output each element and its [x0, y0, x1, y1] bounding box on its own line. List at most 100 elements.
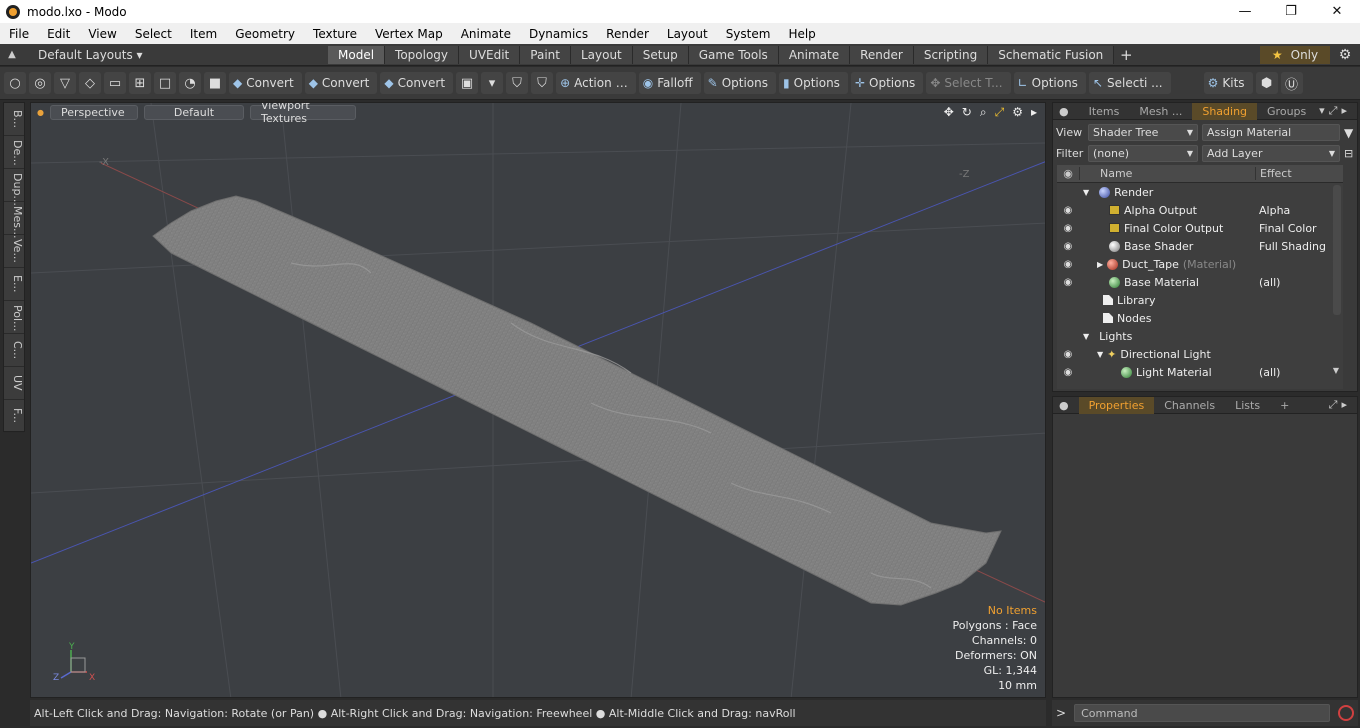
cube-icon[interactable]: ■ [204, 72, 226, 94]
polygons-mode-icon[interactable]: ◇ [79, 72, 101, 94]
action-center-button[interactable]: ⊕ Action … [556, 72, 636, 94]
tab-items[interactable]: Items [1079, 103, 1130, 120]
effect-column-header[interactable]: Effect [1255, 167, 1343, 180]
command-input[interactable]: Command [1074, 704, 1331, 722]
viewport-settings-gear-icon[interactable]: ⚙ [1012, 105, 1023, 120]
tree-row-light-material[interactable]: ◉ Light Material (all) ▼ [1057, 363, 1343, 381]
menu-animate[interactable]: Animate [452, 27, 520, 41]
box-icon[interactable]: ▣ [456, 72, 479, 94]
left-tab-uv[interactable]: UV [4, 367, 24, 400]
menu-item[interactable]: Item [181, 27, 226, 41]
options-button-4[interactable]: ∟ Options [1013, 72, 1086, 94]
zoom-icon[interactable]: ⌕ [980, 105, 987, 120]
unity-icon[interactable]: ⬢ [1255, 72, 1278, 94]
eye-icon[interactable]: ◉ [1057, 241, 1079, 252]
shield-icon[interactable]: ⛉ [531, 72, 554, 94]
convert-button-1[interactable]: ◆ Convert [229, 72, 302, 94]
select-through-button[interactable]: ✥ Select T... [926, 72, 1011, 94]
menu-view[interactable]: View [79, 27, 125, 41]
left-tab-basic[interactable]: B... [4, 103, 24, 136]
items-mode-icon[interactable]: ▭ [104, 72, 126, 94]
globe-icon[interactable]: ◎ [29, 72, 51, 94]
tab-uvedit[interactable]: UVEdit [459, 45, 521, 64]
tab-groups[interactable]: Groups [1257, 103, 1316, 120]
tab-paint[interactable]: Paint [520, 45, 571, 64]
tab-lists[interactable]: Lists [1225, 397, 1270, 414]
falloff-button[interactable]: ◉ Falloff [638, 72, 701, 94]
eye-icon[interactable]: ◉ [1057, 205, 1079, 216]
maximize-viewport-icon[interactable]: ⤢ [995, 105, 1005, 120]
panel-menu-dot-icon[interactable]: ● [1053, 397, 1079, 414]
left-tab-duplicate[interactable]: Dup... [4, 169, 24, 206]
assign-material-button[interactable]: Assign Material [1202, 124, 1340, 141]
options-button-1[interactable]: ✎ Options [703, 72, 777, 94]
tab-topology[interactable]: Topology [385, 45, 460, 64]
close-button[interactable]: ✕ [1314, 0, 1360, 23]
tab-animate[interactable]: Animate [778, 45, 851, 64]
tree-row-nodes[interactable]: Nodes [1057, 309, 1343, 327]
left-tab-edge[interactable]: E... [4, 268, 24, 301]
tab-model[interactable]: Model [328, 45, 386, 64]
add-tab-button[interactable]: + [1114, 46, 1138, 64]
tree-scrollbar[interactable] [1333, 185, 1341, 315]
tree-row-base-material[interactable]: ◉ Base Material (all)▼ [1057, 273, 1343, 291]
tab-shading[interactable]: Shading [1192, 102, 1258, 120]
dropdown-arrow-icon[interactable]: ▾ [481, 72, 504, 94]
convert-button-2[interactable]: ◆ Convert [304, 72, 378, 94]
3d-viewport[interactable]: -X -Z ● Perspective Default Viewport Tex… [30, 102, 1046, 698]
add-panel-tab-button[interactable]: + [1270, 397, 1299, 414]
eye-icon[interactable]: ◉ [1057, 367, 1079, 378]
menu-texture[interactable]: Texture [304, 27, 366, 41]
menu-edit[interactable]: Edit [38, 27, 79, 41]
menu-render[interactable]: Render [597, 27, 658, 41]
menu-geometry[interactable]: Geometry [226, 27, 304, 41]
panel-options-icon[interactable]: ▾⤢▸ [1319, 104, 1357, 118]
material-mode-icon[interactable]: ◔ [179, 72, 201, 94]
tree-row-render[interactable]: ▼ Render [1057, 183, 1343, 201]
eye-icon[interactable]: ◉ [1057, 223, 1079, 234]
menu-system[interactable]: System [717, 27, 780, 41]
center-mode-icon[interactable]: □ [154, 72, 176, 94]
viewport-expand-arrow-icon[interactable]: ▸ [1031, 105, 1037, 120]
menu-dynamics[interactable]: Dynamics [520, 27, 597, 41]
maximize-button[interactable]: ❐ [1268, 0, 1314, 23]
left-tab-vertex[interactable]: Ve... [4, 235, 24, 268]
kits-button[interactable]: ⚙ Kits [1203, 72, 1253, 94]
panel-menu-dot-icon[interactable]: ● [1053, 103, 1079, 120]
tab-mesh[interactable]: Mesh ... [1129, 103, 1192, 120]
menu-help[interactable]: Help [779, 27, 824, 41]
tab-game-tools[interactable]: Game Tools [688, 45, 779, 64]
panel-options-icon[interactable]: ⤢▸ [1329, 398, 1357, 412]
left-tab-mesh[interactable]: Mes... [4, 202, 24, 238]
tree-row-library[interactable]: Library [1057, 291, 1343, 309]
only-toggle[interactable]: ★ Only [1260, 45, 1330, 64]
left-tab-deform[interactable]: De... [4, 136, 24, 169]
pivot-mode-icon[interactable]: ⊞ [129, 72, 151, 94]
expand-arrow-icon[interactable]: ▼ [1097, 350, 1103, 359]
tab-setup[interactable]: Setup [632, 45, 689, 64]
selection-button[interactable]: ↖ Selecti ... [1088, 72, 1171, 94]
perspective-dropdown[interactable]: Perspective [49, 104, 138, 120]
duct-tape-mesh[interactable] [152, 195, 1002, 606]
layout-collapse-icon[interactable]: ▲ [0, 49, 24, 60]
name-column-header[interactable]: Name [1079, 167, 1255, 180]
menu-file[interactable]: File [0, 27, 38, 41]
options-button-2[interactable]: ▮ Options [779, 72, 848, 94]
view-dropdown[interactable]: Shader Tree ▼ [1088, 124, 1198, 141]
options-button-3[interactable]: ✛ Options [850, 72, 924, 94]
tab-schematic-fusion[interactable]: Schematic Fusion [988, 45, 1115, 64]
tree-row-lights[interactable]: ▼ Lights [1057, 327, 1343, 345]
menu-layout[interactable]: Layout [658, 27, 717, 41]
expand-arrow-icon[interactable]: ▼ [1083, 332, 1089, 341]
vertices-mode-icon[interactable]: ○ [4, 72, 26, 94]
edges-mode-icon[interactable]: ▽ [54, 72, 76, 94]
tree-row-base-shader[interactable]: ◉ Base Shader Full Shading▼ [1057, 237, 1343, 255]
tree-row-alpha-output[interactable]: ◉ Alpha Output Alpha▼ [1057, 201, 1343, 219]
minimize-button[interactable]: — [1222, 0, 1268, 23]
viewport-menu-dot-icon[interactable]: ● [37, 108, 44, 117]
left-tab-polygon[interactable]: Pol... [4, 301, 24, 334]
tab-channels[interactable]: Channels [1154, 397, 1225, 414]
menu-vertex-map[interactable]: Vertex Map [366, 27, 452, 41]
filter-dropdown[interactable]: (none) ▼ [1088, 145, 1198, 162]
shading-style-dropdown[interactable]: Default [143, 104, 244, 120]
